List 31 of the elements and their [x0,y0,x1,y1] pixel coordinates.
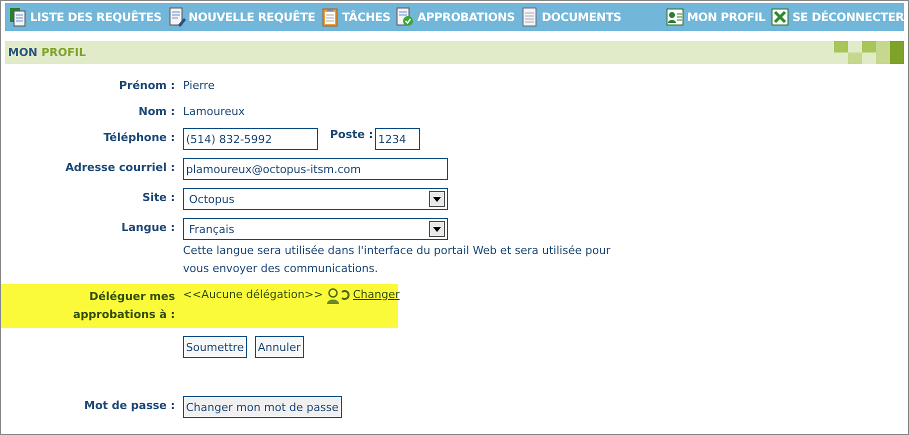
field-label: Déléguer mes approbations à : [72,289,175,323]
edit-document-icon [168,7,186,27]
clipboard-icon [321,7,340,27]
field-label: Prénom : [118,78,175,92]
field-label: Adresse courriel : [64,160,175,174]
dropdown[interactable]: Français [183,218,448,240]
form-button[interactable]: Soumettre [183,336,247,358]
field-label: Langue : [120,220,175,234]
field-value: Lamoureux [183,104,246,118]
decorative-squares-drawing [834,41,904,64]
delegation-value: <<Aucune délégation>> [183,288,323,301]
help-text: Cette langue sera utilisée dans l'interface du portail Web et sera utilisée pour vous envoyer des communications. [183,243,612,277]
field-label: Nom : [138,104,175,118]
close-icon [771,7,790,27]
approved-document-icon [396,7,414,27]
field-label: Site : [141,190,175,204]
extension-field[interactable]: 1234 [375,128,420,150]
field-label: Mot de passe : [83,398,175,412]
change-password-button[interactable]: Changer mon mot de passe [183,396,342,418]
person-refresh-icon [326,288,350,304]
field-label: Poste : [330,128,374,143]
document-icon [520,7,539,27]
dropdown[interactable]: Octopus [183,188,448,210]
phone-field[interactable]: (514) 832-5992 [183,128,318,150]
profile-card-icon [666,7,684,27]
page-title: MON PROFIL [8,46,86,59]
field-label: Téléphone : [102,130,175,144]
form-button[interactable]: Annuler [254,336,304,358]
field-value: Pierre [183,78,216,92]
documents-icon [9,7,27,27]
email-field[interactable]: plamoureux@octopus-itsm.com [183,158,448,180]
